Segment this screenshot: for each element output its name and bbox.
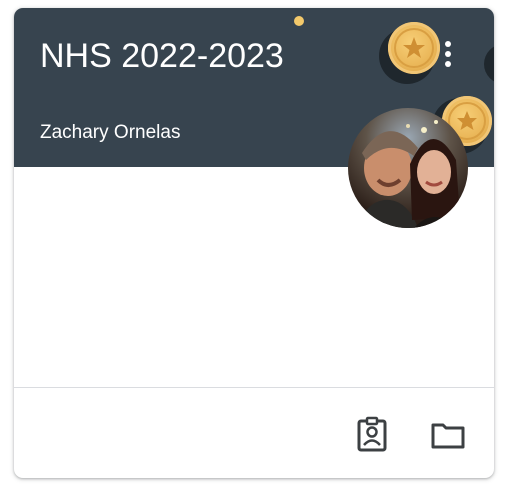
footer-divider <box>14 387 494 388</box>
more-vert-icon-dot <box>445 61 451 67</box>
class-title[interactable]: NHS 2022-2023 <box>40 36 284 76</box>
more-vert-icon-dot <box>445 51 451 57</box>
avatar[interactable] <box>348 108 468 228</box>
class-card[interactable]: NHS 2022-2023 Zachary Ornelas <box>14 8 494 478</box>
teacher-name: Zachary Ornelas <box>40 122 181 143</box>
more-options-button[interactable] <box>436 36 460 72</box>
assignment-ind-icon <box>357 416 387 452</box>
coin-icon <box>388 22 440 74</box>
open-folder-button[interactable] <box>428 414 468 454</box>
decorative-dot <box>294 16 304 26</box>
folder-icon <box>431 423 465 449</box>
more-vert-icon <box>445 41 451 47</box>
your-work-button[interactable] <box>352 414 392 454</box>
coin-shadow <box>484 44 494 84</box>
